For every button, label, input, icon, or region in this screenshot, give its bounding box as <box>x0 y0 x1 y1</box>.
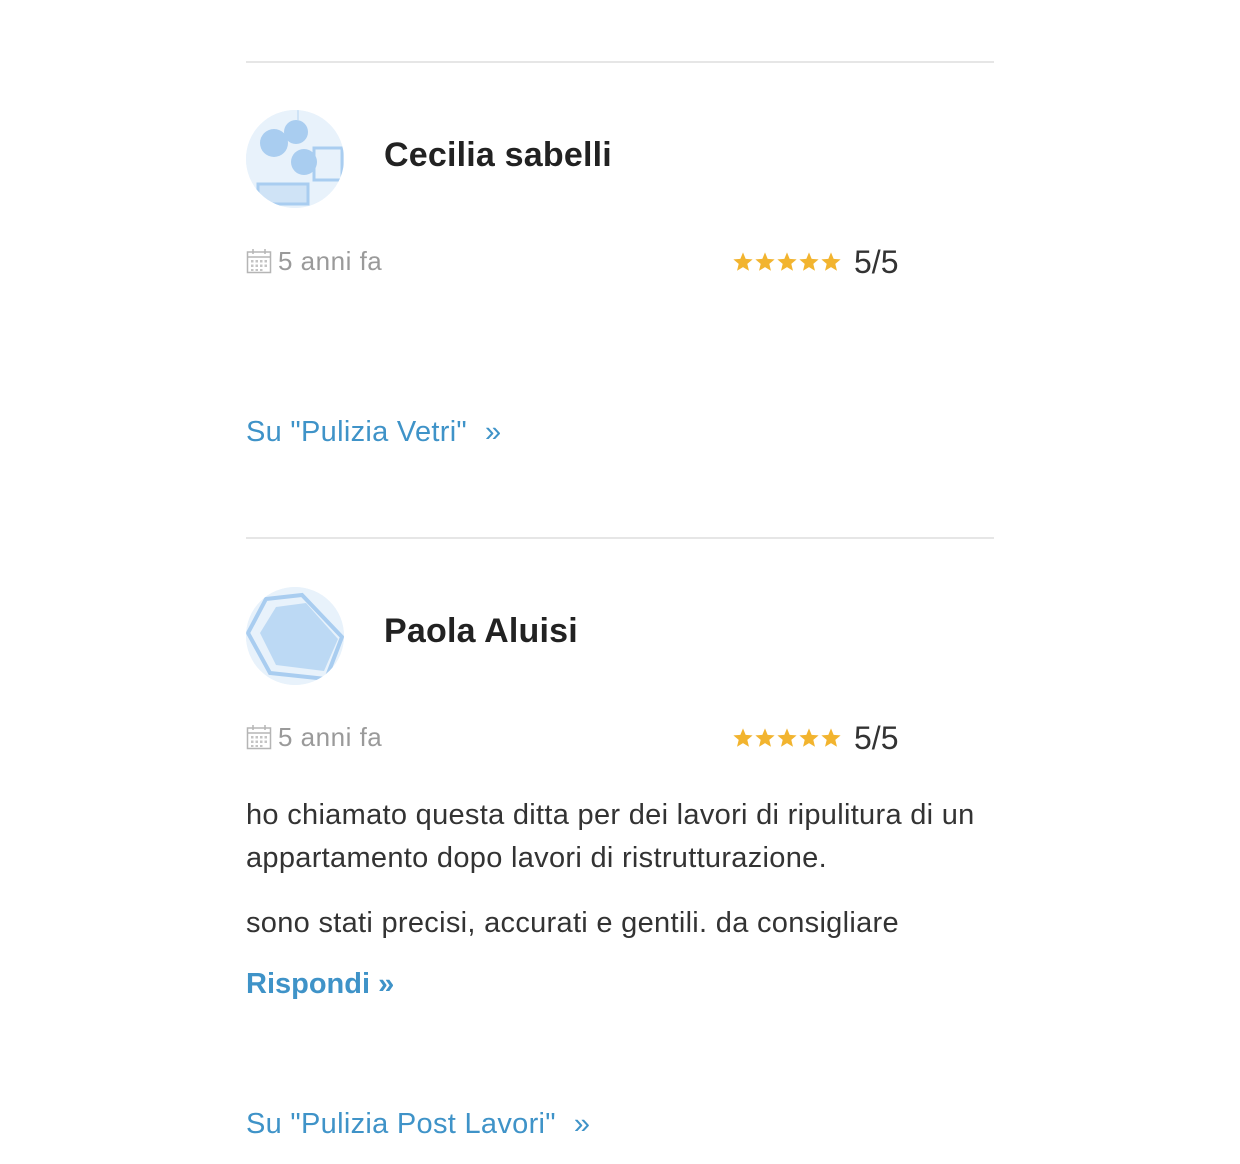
star-icon <box>732 727 754 749</box>
rating-score: 5/5 <box>854 719 899 756</box>
service-link[interactable]: Su "Pulizia Post Lavori"» <box>246 1108 590 1141</box>
review-date: 5 anni fa <box>278 721 383 752</box>
star-icon <box>798 727 820 749</box>
review-body-paragraph: ho chiamato questa ditta per dei lavori … <box>246 799 975 874</box>
review-author: Paola Aluisi <box>384 612 578 650</box>
review-item: Paola Aluisi 5 anni fa 5/5 ho chiamato q… <box>246 0 994 1164</box>
avatar-abstract-hexagon-icon <box>246 587 344 685</box>
review-body-paragraph: sono stati precisi, accurati e gentili. … <box>246 907 899 939</box>
calendar-icon <box>246 724 272 750</box>
chevron-double-right-icon: » <box>573 1108 591 1140</box>
review-rating: 5/5 <box>732 718 898 758</box>
reply-link[interactable]: Rispondi » <box>246 968 394 1001</box>
star-rating <box>732 727 842 749</box>
review-date-row: 5 anni fa <box>246 720 382 754</box>
star-icon <box>820 727 842 749</box>
star-icon <box>754 727 776 749</box>
user-avatar[interactable] <box>246 587 344 685</box>
star-icon <box>776 727 798 749</box>
